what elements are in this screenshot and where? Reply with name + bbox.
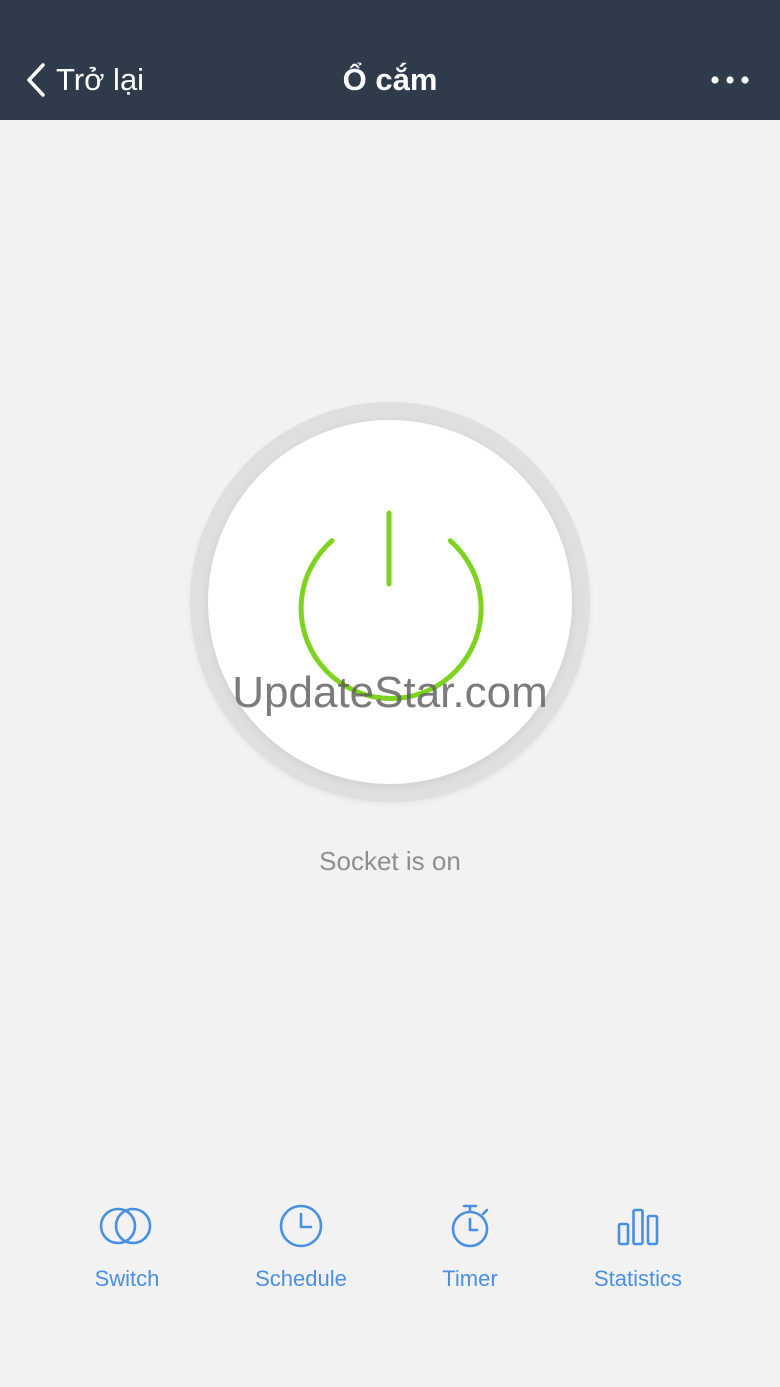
navigation-bar: Trở lại Ổ cắm bbox=[0, 0, 780, 120]
more-horizontal-icon bbox=[711, 76, 749, 84]
back-button[interactable]: Trở lại bbox=[26, 58, 144, 102]
tab-statistics-label: Statistics bbox=[593, 1266, 683, 1291]
clock-icon bbox=[279, 1204, 323, 1248]
tab-timer[interactable]: Timer bbox=[385, 1196, 555, 1306]
tab-schedule[interactable]: Schedule bbox=[216, 1196, 386, 1306]
tab-schedule-label: Schedule bbox=[255, 1266, 347, 1291]
tab-switch[interactable]: Switch bbox=[42, 1196, 212, 1306]
power-toggle-button[interactable] bbox=[208, 420, 572, 784]
tab-switch-label: Switch bbox=[94, 1266, 160, 1291]
power-icon bbox=[298, 510, 484, 701]
chevron-left-icon bbox=[27, 63, 45, 97]
more-button[interactable] bbox=[710, 64, 750, 96]
bottom-tab-bar: Switch Schedule Timer Statistics bbox=[0, 1196, 780, 1306]
switch-icon bbox=[99, 1207, 152, 1245]
bar-chart-icon bbox=[617, 1208, 659, 1246]
stopwatch-icon bbox=[451, 1204, 489, 1248]
tab-statistics[interactable]: Statistics bbox=[553, 1196, 723, 1306]
socket-status-text: Socket is on bbox=[319, 846, 461, 876]
back-label: Trở lại bbox=[56, 62, 145, 97]
tab-timer-label: Timer bbox=[442, 1266, 498, 1291]
